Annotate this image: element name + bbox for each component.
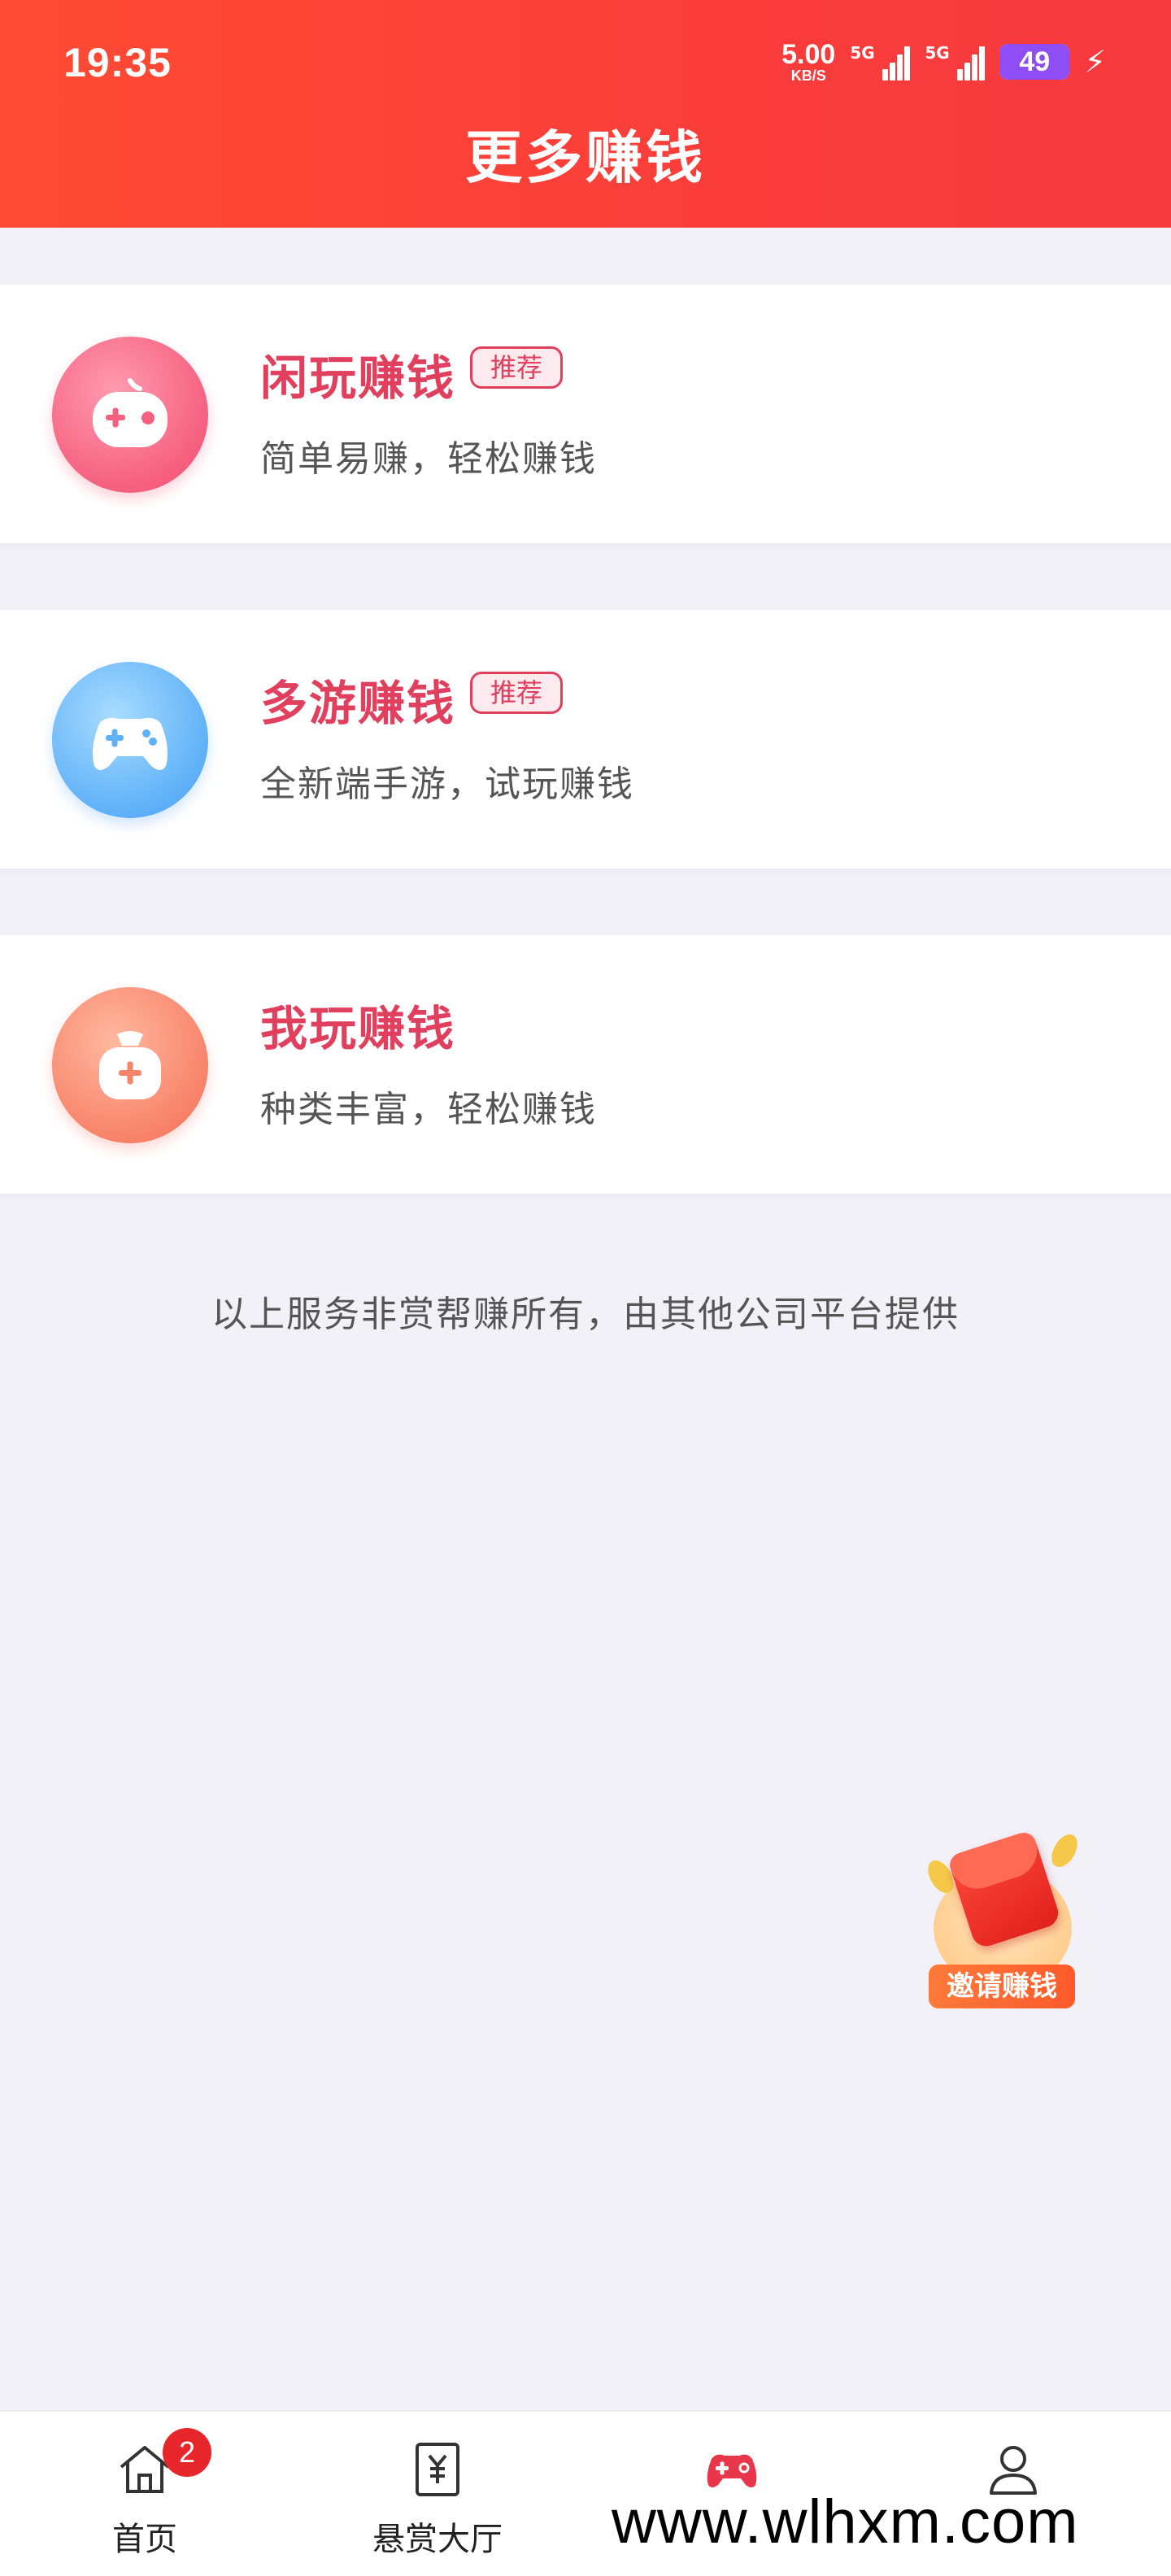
recommend-badge: 推荐 — [470, 672, 564, 714]
signal-icon: 5G — [850, 43, 911, 80]
card-title: 闲玩赚钱 — [260, 350, 456, 406]
card-desc: 简单易赚，轻松赚钱 — [260, 438, 597, 480]
status-time: 19:35 — [63, 40, 172, 85]
network-speed: 5.00 KB/S — [781, 41, 835, 83]
bolt-icon: ⚡ — [1084, 44, 1106, 80]
tab-home[interactable]: 2 首页 — [63, 2428, 226, 2566]
card-title: 我玩赚钱 — [260, 1001, 456, 1056]
signal-label: 5G — [850, 43, 875, 63]
tab-reward-hall[interactable]: 悬赏大厅 — [356, 2428, 519, 2566]
moneybag-orange-icon — [52, 987, 208, 1143]
page-title: 更多赚钱 — [465, 124, 706, 191]
card-desc: 种类丰富，轻松赚钱 — [260, 1089, 597, 1130]
gamepad-pink-icon — [52, 337, 208, 493]
header: 19:35 5.00 KB/S 5G 5G 49 ⚡ 更多赚钱 — [0, 0, 1171, 228]
earn-card-xianwan[interactable]: 闲玩赚钱 推荐 简单易赚，轻松赚钱 — [0, 285, 1171, 543]
tab-label: 悬赏大厅 — [372, 2521, 503, 2558]
status-icons: 5.00 KB/S 5G 5G 49 ⚡ — [781, 37, 1106, 86]
signal-label: 5G — [925, 43, 950, 63]
signal-icon: 5G — [925, 43, 986, 80]
card-desc: 全新端手游，试玩赚钱 — [260, 764, 634, 805]
recommend-badge: 推荐 — [470, 346, 564, 389]
battery-level: 49 — [1019, 46, 1051, 77]
network-speed-value: 5.00 — [781, 39, 836, 70]
page: 19:35 5.00 KB/S 5G 5G 49 ⚡ 更多赚钱 闲玩赚钱 推荐 … — [0, 0, 1171, 2576]
invite-label: 邀请赚钱 — [929, 1965, 1075, 2008]
battery-icon: 49 — [999, 44, 1070, 80]
watermark: www.wlhxm.com — [612, 2487, 1079, 2556]
yuan-doc-icon — [416, 2443, 459, 2496]
invite-earn-button[interactable]: 邀请赚钱 — [922, 1826, 1083, 2013]
earn-card-duoyou[interactable]: 多游赚钱 推荐 全新端手游，试玩赚钱 — [0, 610, 1171, 868]
card-title: 多游赚钱 — [260, 676, 456, 731]
disclaimer-text: 以上服务非赏帮赚所有，由其他公司平台提供 — [211, 1294, 960, 1335]
earn-card-wowan[interactable]: 我玩赚钱 种类丰富，轻松赚钱 — [0, 935, 1171, 1194]
notification-badge: 2 — [163, 2428, 211, 2477]
tab-label: 首页 — [112, 2521, 177, 2558]
gamepad-blue-icon — [52, 662, 208, 818]
network-speed-unit: KB/S — [790, 67, 826, 84]
